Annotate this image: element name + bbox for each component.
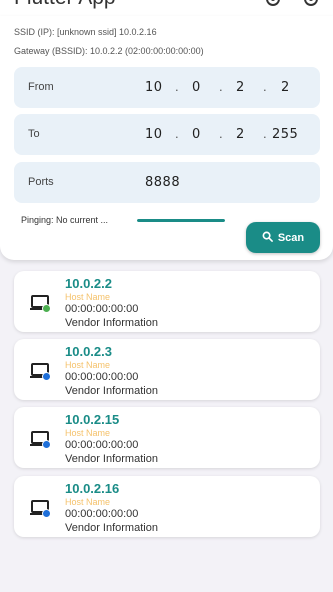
host-ip: 10.0.2.15 (65, 412, 120, 427)
to-octet-2[interactable]: 0 (192, 127, 201, 142)
host-status-dot (42, 509, 51, 518)
host-vendor: Vendor Information (65, 453, 158, 465)
scan-progress-fill (137, 219, 225, 222)
to-octet-1[interactable]: 10 (145, 127, 163, 142)
host-status-dot (42, 304, 51, 313)
to-octet-3[interactable]: 2 (236, 127, 245, 142)
to-ip-field[interactable]: To 10 . 0 . 2 . 255 (14, 114, 320, 155)
ip-separator: . (175, 126, 179, 141)
settings-icon[interactable] (302, 0, 320, 8)
host-name: Host Name (65, 428, 111, 438)
ip-separator: . (219, 126, 223, 141)
host-name: Host Name (65, 292, 111, 302)
ports-label: Ports (28, 176, 54, 188)
ip-separator: . (263, 79, 267, 94)
host-vendor: Vendor Information (65, 385, 158, 397)
gear-icon[interactable] (264, 0, 282, 8)
ip-separator: . (219, 79, 223, 94)
host-vendor: Vendor Information (65, 522, 158, 534)
gateway-info: Gateway (BSSID): 10.0.2.2 (02:00:00:00:0… (14, 46, 204, 56)
host-mac: 00:00:00:00:00 (65, 303, 139, 315)
ssid-info: SSID (IP): [unknown ssid] 10.0.2.16 (14, 27, 157, 37)
host-list-item[interactable]: 10.0.2.15 Host Name 00:00:00:00:00 Vendo… (14, 407, 320, 468)
host-vendor: Vendor Information (65, 317, 158, 329)
host-ip: 10.0.2.3 (65, 344, 112, 359)
app-bar: Flutter App (0, 0, 333, 16)
ports-input[interactable]: 8888 (145, 175, 180, 190)
host-ip: 10.0.2.2 (65, 276, 112, 291)
from-octet-4[interactable]: 2 (281, 80, 290, 95)
host-ip: 10.0.2.16 (65, 481, 120, 496)
scan-button-label: Scan (277, 231, 305, 244)
host-status-dot (42, 372, 51, 381)
host-name: Host Name (65, 497, 111, 507)
host-list-item[interactable]: 10.0.2.16 Host Name 00:00:00:00:00 Vendo… (14, 476, 320, 537)
ports-field[interactable]: Ports 8888 (14, 162, 320, 203)
to-label: To (28, 128, 40, 140)
pinging-status: Pinging: No current ... (21, 215, 109, 225)
from-label: From (28, 81, 54, 93)
host-list-item[interactable]: 10.0.2.3 Host Name 00:00:00:00:00 Vendor… (14, 339, 320, 400)
search-icon (262, 231, 273, 245)
host-list-item[interactable]: 10.0.2.2 Host Name 00:00:00:00:00 Vendor… (14, 271, 320, 332)
host-mac: 00:00:00:00:00 (65, 508, 139, 520)
from-octet-2[interactable]: 0 (192, 80, 201, 95)
scan-button[interactable]: Scan (246, 222, 320, 253)
scan-progress-bar (137, 219, 225, 222)
host-status-dot (42, 440, 51, 449)
app-title: Flutter App (14, 0, 116, 10)
from-octet-3[interactable]: 2 (236, 80, 245, 95)
from-octet-1[interactable]: 10 (145, 80, 163, 95)
from-ip-field[interactable]: From 10 . 0 . 2 . 2 (14, 67, 320, 108)
ip-separator: . (263, 126, 267, 141)
host-name: Host Name (65, 360, 111, 370)
ip-separator: . (175, 79, 179, 94)
host-mac: 00:00:00:00:00 (65, 371, 139, 383)
to-octet-4[interactable]: 255 (272, 127, 298, 142)
host-mac: 00:00:00:00:00 (65, 439, 139, 451)
